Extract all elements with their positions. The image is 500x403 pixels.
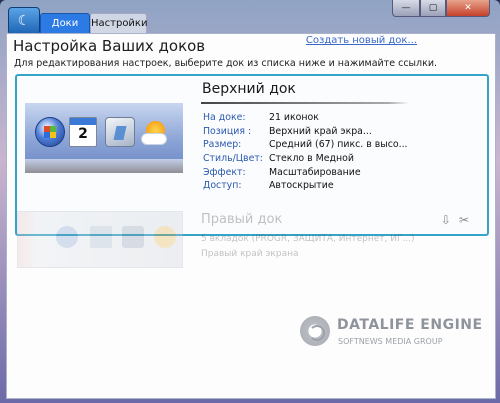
tab-docks[interactable]: Доки <box>40 13 90 34</box>
dock-name: Верхний док <box>202 81 296 97</box>
property-value: Масштабирование <box>269 166 361 178</box>
property-row[interactable]: Размер: Средний (67) пикс. в высо... <box>203 138 433 152</box>
property-label[interactable]: Позиция : <box>203 125 251 139</box>
close-button[interactable]: ✕ <box>446 0 490 17</box>
calendar-icon <box>90 226 112 248</box>
property-label[interactable]: Доступ: <box>203 179 242 193</box>
property-row[interactable]: Позиция : Верхний край экра... <box>203 125 433 139</box>
property-row[interactable]: На доке: 21 иконок <box>203 111 433 125</box>
property-value: Верхний край экра... <box>269 125 372 137</box>
watermark-title: DATALIFE ENGINE <box>337 317 483 333</box>
weather-icon <box>154 226 176 248</box>
instructions-text: Для редактирования настроек, выберите до… <box>14 58 438 69</box>
dock-properties: На доке: 21 иконок Позиция : Верхний кра… <box>203 111 433 193</box>
property-label[interactable]: Размер: <box>203 138 241 152</box>
dock-preview <box>17 211 183 268</box>
tab-settings[interactable]: Настройки <box>90 13 147 34</box>
app-logo-icon[interactable]: ☾ <box>8 7 40 35</box>
windows-start-icon <box>35 117 65 147</box>
property-value: Стекло в Медной <box>269 153 354 165</box>
window-controls: — ▢ ✕ <box>392 0 490 17</box>
dock-position: Правый край экрана <box>201 249 299 259</box>
property-label[interactable]: Стиль/Цвет: <box>203 152 263 166</box>
page-title: Настройка Ваших доков <box>13 37 206 55</box>
property-value: Средний (67) пикс. в высо... <box>269 139 408 151</box>
application-window: ☾ Доки Настройки — ▢ ✕ Настройка Ваших д… <box>0 0 500 403</box>
property-row[interactable]: Эффект: Масштабирование <box>203 166 433 180</box>
watermark-logo <box>300 316 330 346</box>
property-value: Автоскрытие <box>269 180 334 192</box>
calendar-day: 2 <box>78 126 88 142</box>
dock-card-right[interactable]: Правый док 5 вкладок (PROGR, ЗАЩИТА, Инт… <box>17 209 485 271</box>
windows-start-icon <box>56 226 78 248</box>
maximize-button[interactable]: ▢ <box>420 0 446 17</box>
dock-preview: 2 <box>25 103 183 173</box>
weather-icon <box>139 117 169 147</box>
recycle-bin-icon <box>105 117 135 147</box>
dock-name: Правый док <box>201 212 283 227</box>
create-new-dock-link[interactable]: Создать новый док... <box>306 35 417 46</box>
minimize-button[interactable]: — <box>392 0 420 17</box>
calendar-icon: 2 <box>69 117 97 147</box>
property-row[interactable]: Доступ: Автоскрытие <box>203 179 433 193</box>
property-row[interactable]: Стиль/Цвет: Стекло в Медной <box>203 152 433 166</box>
property-label[interactable]: На доке: <box>203 111 246 125</box>
watermark-subtitle: SOFTNEWS MEDIA GROUP <box>338 337 443 346</box>
property-value: 21 иконок <box>269 112 319 123</box>
title-underline <box>201 102 409 104</box>
dock-summary: 5 вкладок (PROGR, ЗАЩИТА, Интернет, ИГ..… <box>201 234 415 244</box>
recycle-bin-icon <box>122 226 144 248</box>
property-label[interactable]: Эффект: <box>203 166 246 180</box>
